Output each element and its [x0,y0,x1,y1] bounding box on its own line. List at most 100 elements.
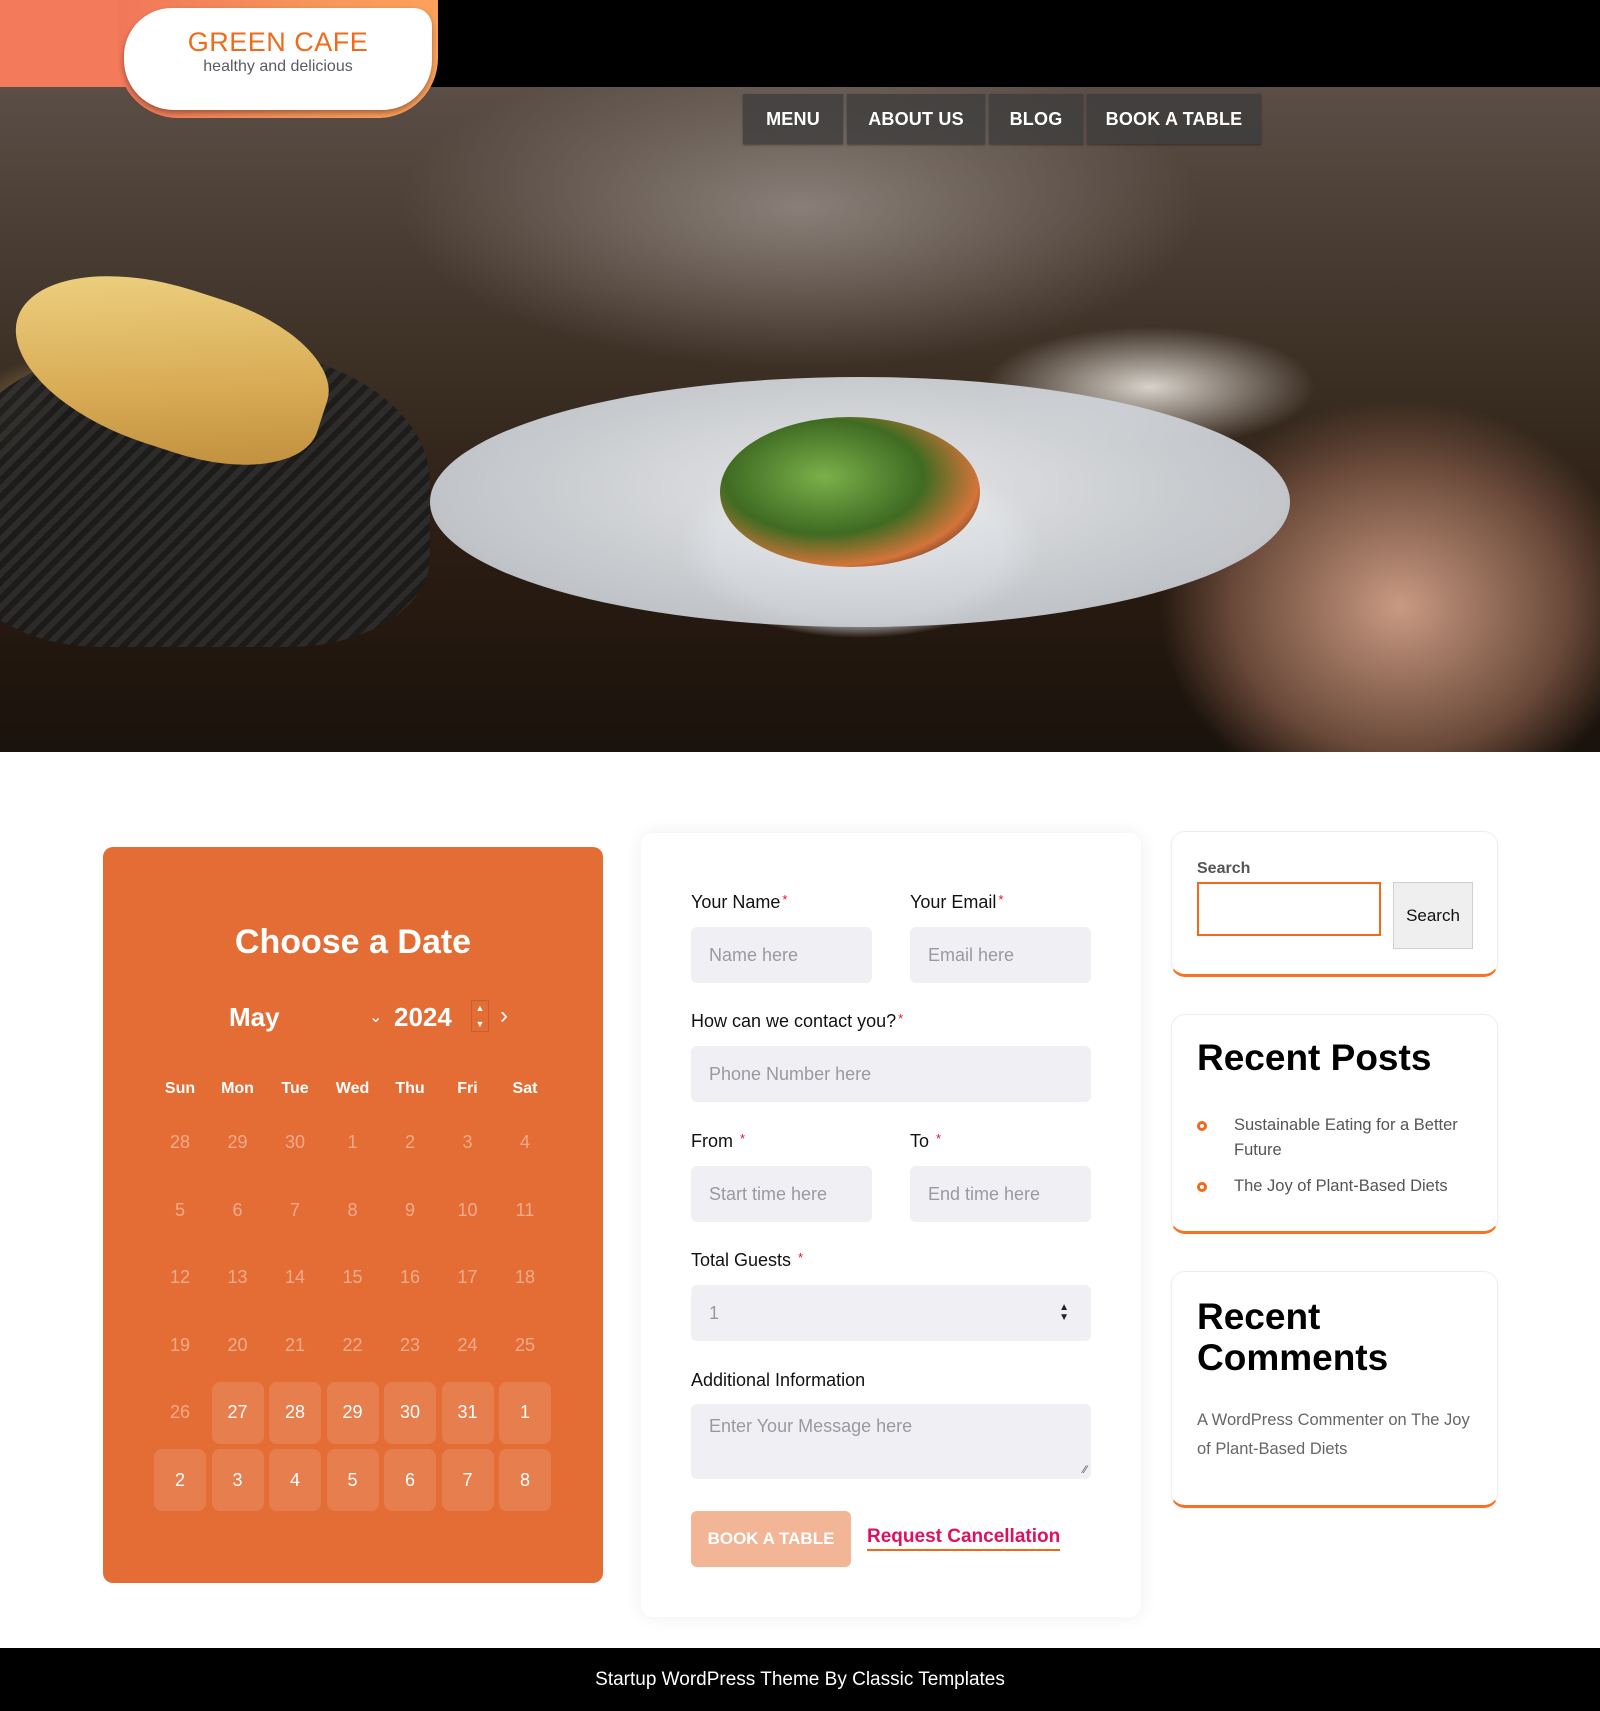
calendar-day-disabled: 22 [342,1334,363,1355]
required-mark: * [998,892,1004,907]
email-input[interactable]: Email here [910,927,1091,983]
contact-label: How can we contact you? * [691,1011,904,1031]
site-logo-frame: GREEN CAFE healthy and delicious [118,0,438,118]
calendar-day-available[interactable]: 8 [499,1449,551,1512]
site-logo[interactable]: GREEN CAFE healthy and delicious [124,8,432,110]
hero-image [0,87,1600,752]
search-label: Search [1197,860,1251,877]
list-item: Sustainable Eating for a Better Future [1197,1113,1477,1163]
site-footer: Startup WordPress Theme By Classic Templ… [0,1648,1600,1711]
message-textarea[interactable]: Enter Your Message here ⁄⁄ [691,1404,1091,1479]
calendar-day-disabled: 3 [462,1132,473,1153]
end-time-input[interactable]: End time here [910,1166,1091,1222]
recent-posts-widget: Recent Posts Sustainable Eating for a Be… [1171,1014,1498,1234]
calendar-day-disabled: 30 [284,1132,306,1153]
next-month-icon[interactable]: › [500,1002,508,1030]
site-tagline: healthy and delicious [203,58,353,76]
calendar-day-disabled: 12 [169,1267,191,1288]
search-widget: Search Search [1171,831,1498,977]
calendar-day-disabled: 9 [404,1199,415,1220]
comment-author-link[interactable]: A WordPress Commenter [1197,1411,1384,1429]
calendar-day-available[interactable]: 31 [441,1381,494,1444]
recent-comments-widget: Recent Comments A WordPress Commenter on… [1171,1271,1498,1508]
guests-stepper[interactable]: 1 ▲ ▼ [691,1285,1091,1341]
to-label: To * [910,1131,942,1151]
required-mark: * [798,1250,804,1265]
calendar-day-available[interactable]: 29 [326,1381,379,1444]
recent-comment: A WordPress Commenter on The Joy of Plan… [1197,1406,1482,1464]
message-placeholder: Enter Your Message here [709,1416,913,1436]
calendar-day-available[interactable]: 5 [326,1449,379,1512]
calendar-day-disabled: 26 [169,1402,191,1423]
required-mark: * [740,1131,746,1146]
book-a-table-button[interactable]: BOOK A TABLE [691,1511,851,1567]
calendar-day-disabled: 25 [514,1334,536,1355]
weekday-header: Sun Mon Tue Wed Thu Fri Sat [154,1069,554,1109]
calendar-day-disabled: 20 [227,1334,248,1355]
required-mark: * [782,892,788,907]
list-item: The Joy of Plant-Based Diets [1197,1174,1477,1199]
recent-post-link[interactable]: The Joy of Plant-Based Diets [1234,1174,1448,1199]
calendar-week: 12 13 14 15 16 17 18 [154,1244,554,1312]
calendar-day-disabled: 11 [515,1199,535,1220]
calendar-day-disabled: 6 [232,1199,243,1220]
calendar-week: 26 27 28 29 30 31 1 [154,1379,554,1447]
calendar-day-disabled: 2 [404,1132,415,1153]
search-input[interactable] [1197,882,1381,936]
calendar-day-disabled: 24 [457,1334,478,1355]
calendar-day-disabled: 8 [347,1199,358,1220]
email-label: Your Email * [910,892,1004,912]
calendar-day-disabled: 4 [519,1132,530,1153]
calendar-day-disabled: 15 [342,1267,363,1288]
weekday-label: Wed [335,1080,370,1097]
additional-info-label: Additional Information [691,1370,866,1390]
recent-post-link[interactable]: Sustainable Eating for a Better Future [1234,1113,1477,1163]
weekday-label: Sat [512,1080,538,1097]
stepper-arrows-icon[interactable]: ▲ ▼ [1059,1303,1069,1323]
comment-connector: on [1383,1411,1411,1429]
name-label: Your Name * [691,892,788,912]
start-time-input[interactable]: Start time here [691,1166,872,1222]
request-cancellation-link[interactable]: Request Cancellation [867,1526,1061,1551]
name-input[interactable]: Name here [691,927,872,983]
calendar-day-available[interactable]: 4 [269,1449,321,1512]
calendar-day-available[interactable]: 28 [269,1381,321,1444]
calendar-day-available[interactable]: 3 [211,1449,264,1512]
nav-item-about-us[interactable]: ABOUT US [847,94,985,144]
recent-comments-title: Recent Comments [1197,1296,1389,1379]
spin-up-icon[interactable]: ▲ [476,1001,485,1015]
calendar-day-disabled: 5 [174,1199,185,1220]
month-select[interactable]: May [229,1002,280,1033]
year-input[interactable]: 2024 [394,1002,452,1033]
spin-down-icon[interactable]: ▼ [476,1017,485,1031]
from-label: From * [691,1131,746,1151]
required-mark: * [898,1011,904,1026]
calendar-day-disabled: 14 [284,1267,306,1288]
nav-item-book-a-table[interactable]: BOOK A TABLE [1087,94,1261,144]
calendar-day-available[interactable]: 2 [154,1449,206,1512]
weekday-label: Tue [281,1080,309,1097]
calendar-weeks: 28 29 30 1 2 3 4 5 6 7 8 9 10 11 12 13 14 15 16 17 18 19 20 21 2… [154,1109,554,1514]
calendar-day-disabled: 13 [227,1267,248,1288]
nav-item-blog[interactable]: BLOG [989,94,1083,144]
nav-item-menu[interactable]: MENU [743,94,843,144]
main-nav: MENU ABOUT US BLOG BOOK A TABLE [743,94,1261,144]
calendar-day-available[interactable]: 6 [384,1449,436,1512]
calendar-day-available[interactable]: 7 [441,1449,494,1512]
calendar-day-disabled: 21 [284,1334,306,1355]
site-title[interactable]: GREEN CAFE [188,27,369,58]
calendar-day-disabled: 1 [347,1132,358,1153]
weekday-label: Sun [164,1080,196,1097]
chevron-down-icon[interactable]: ⌄ [369,1007,382,1027]
footer-credit[interactable]: Startup WordPress Theme By Classic Templ… [595,1669,1005,1691]
calendar-day-available[interactable]: 1 [499,1381,551,1444]
phone-input[interactable]: Phone Number here [691,1046,1091,1102]
calendar-day-available[interactable]: 27 [211,1381,264,1444]
calendar-day-available[interactable]: 30 [384,1381,436,1444]
resize-handle-icon[interactable]: ⁄⁄ [1083,1464,1087,1476]
calendar-week: 19 20 21 22 23 24 25 [154,1312,554,1380]
calendar-day-disabled: 16 [399,1267,421,1288]
search-button[interactable]: Search [1393,882,1473,949]
calendar-grid: Sun Mon Tue Wed Thu Fri Sat 28 29 30 1 2 3 4 5 6… [154,1069,554,1514]
year-spinner[interactable]: ▲ ▼ [471,1000,489,1032]
